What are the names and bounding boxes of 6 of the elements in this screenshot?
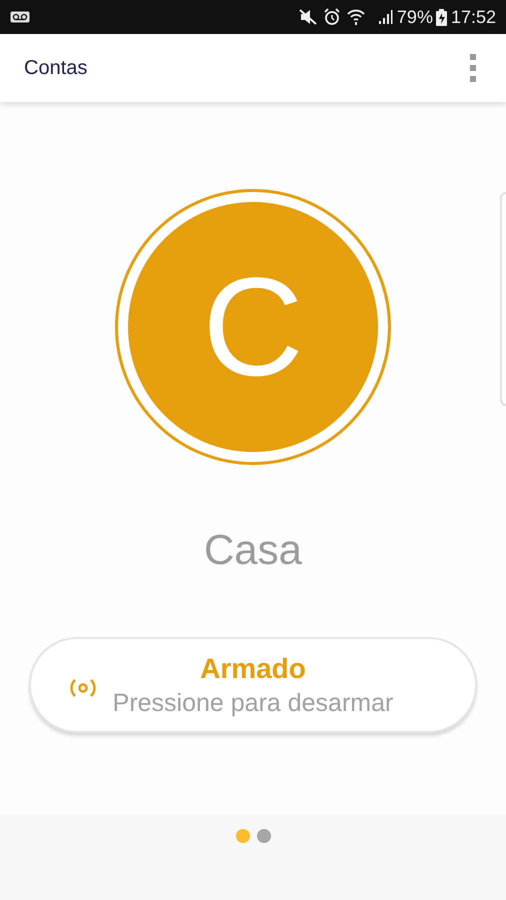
app-title: Contas xyxy=(24,56,88,81)
account-initial: C xyxy=(202,257,304,397)
disarm-button[interactable]: Armado Pressione para desarmar xyxy=(29,637,477,733)
clock-time: 17:52 xyxy=(450,6,496,28)
account-name: Casa xyxy=(204,529,302,571)
battery-percentage: 79% xyxy=(396,6,433,28)
